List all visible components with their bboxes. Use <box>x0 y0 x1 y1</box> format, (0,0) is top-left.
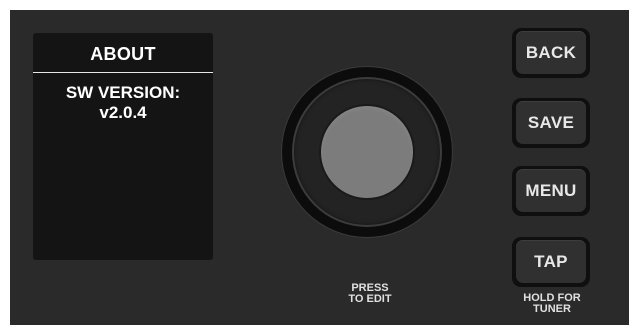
lcd-display: ABOUT SW VERSION: v2.0.4 <box>33 33 213 260</box>
back-button[interactable]: BACK <box>512 28 590 78</box>
knob-ring <box>292 77 442 227</box>
tap-button-label: TAP <box>516 240 586 283</box>
menu-button[interactable]: MENU <box>512 166 590 216</box>
encoder-knob[interactable] <box>282 67 452 237</box>
menu-button-label: MENU <box>516 169 586 212</box>
display-title: ABOUT <box>90 44 156 64</box>
hold-for-tuner-label: HOLD FOR TUNER <box>511 293 593 315</box>
press-to-edit-label: PRESS TO EDIT <box>325 283 415 305</box>
save-button-label: SAVE <box>516 101 586 144</box>
sw-version-label: SW VERSION: <box>65 83 181 102</box>
knob-cap[interactable] <box>321 106 413 198</box>
tap-label-line2: TUNER <box>533 303 571 315</box>
back-button-label: BACK <box>516 31 586 74</box>
save-button[interactable]: SAVE <box>512 98 590 148</box>
tap-button[interactable]: TAP <box>512 237 590 287</box>
knob-label-line2: TO EDIT <box>348 293 392 305</box>
display-divider <box>33 72 213 73</box>
sw-version-value: v2.0.4 <box>99 103 147 122</box>
